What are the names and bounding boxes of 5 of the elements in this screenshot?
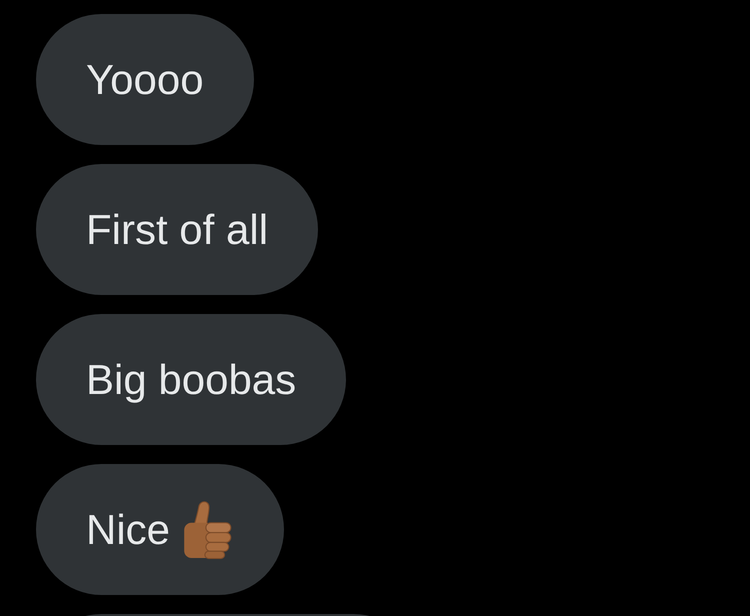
message-bubble: First of all (36, 164, 318, 295)
message-text: Nice (86, 506, 170, 554)
message-bubble: Big boobas (36, 314, 346, 445)
message-bubble: Yoooo (36, 14, 254, 145)
thumbs-up-icon (182, 500, 234, 558)
